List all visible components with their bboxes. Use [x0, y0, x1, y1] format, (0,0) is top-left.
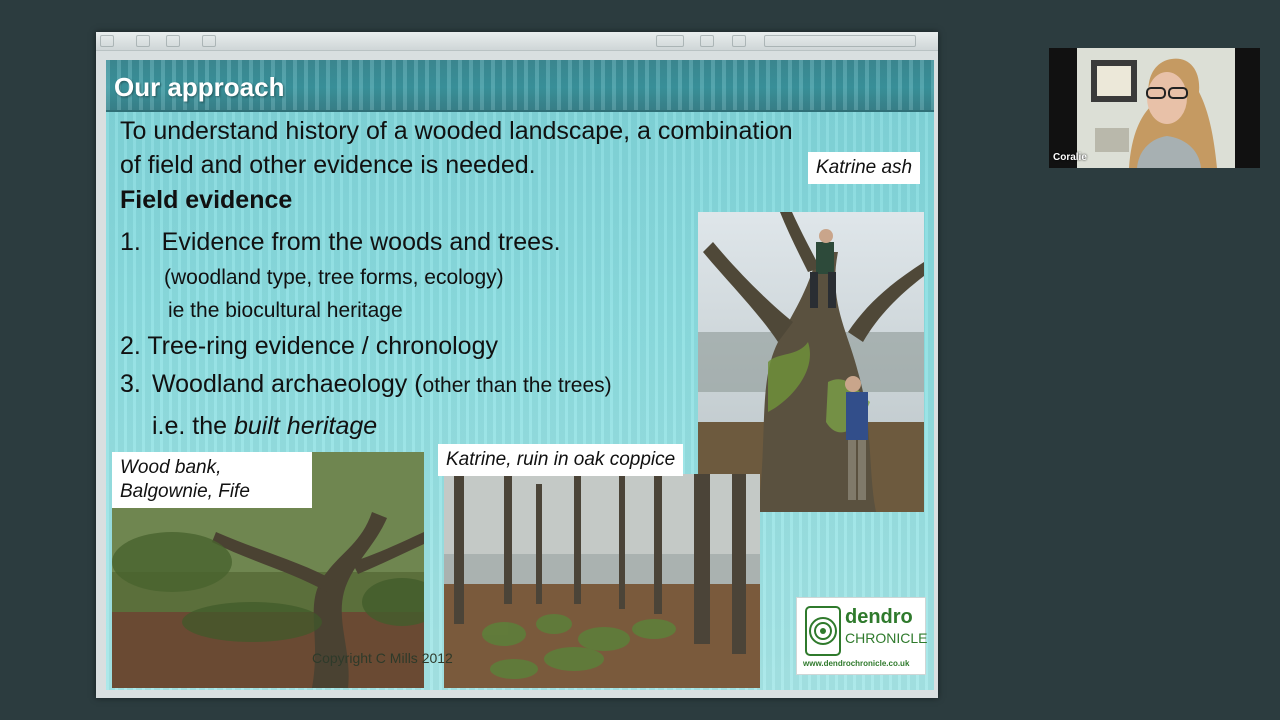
- detail-emphasis: built heritage: [234, 412, 378, 440]
- copyright-text: Copyright C Mills 2012: [312, 650, 453, 666]
- slide-title-bar: Our approach: [106, 60, 934, 112]
- shared-screen: Our approach To understand history of a …: [96, 32, 938, 698]
- caption-wood-bank: Wood bank, Balgownie, Fife: [112, 452, 312, 508]
- list-item-3-text: Woodland archaeology (: [152, 370, 423, 398]
- intro-text: To understand history of a wooded landsc…: [120, 117, 793, 179]
- logo-word-dendro: dendro: [845, 606, 913, 628]
- dendro-chronicle-logo: dendro CHRONICLE www.dendrochronicle.co.…: [796, 597, 928, 675]
- zoom-in-icon[interactable]: [166, 35, 180, 47]
- field-evidence-heading: Field evidence: [120, 186, 293, 214]
- pen-icon[interactable]: [732, 35, 746, 47]
- list-item-3-note: other than the trees): [422, 374, 612, 397]
- list-item-1: 1. Evidence from the woods and trees.: [120, 228, 561, 256]
- participant-video[interactable]: Coralie: [1049, 48, 1260, 168]
- search-input[interactable]: [764, 35, 916, 47]
- tree-climbers-image: [698, 212, 924, 512]
- list-item-3-number: 3.: [120, 370, 141, 398]
- presentation-slide: Our approach To understand history of a …: [106, 60, 934, 690]
- caption-katrine-ash: Katrine ash: [808, 152, 921, 184]
- list-item-1-note: ie the biocultural heritage: [168, 299, 403, 322]
- photo-katrine-ash: [698, 212, 924, 512]
- oak-coppice-image: [444, 474, 760, 688]
- list-item-2: 2. Tree-ring evidence / chronology: [120, 332, 498, 360]
- zoom-out-icon[interactable]: [136, 35, 150, 47]
- tree-ring-logo-icon: [805, 606, 841, 656]
- rotate-icon[interactable]: [700, 35, 714, 47]
- logo-word-chronicle: CHRONICLE: [845, 630, 928, 646]
- share-icon[interactable]: [202, 35, 216, 47]
- list-item-3-detail: i.e. the built heritage: [152, 412, 377, 441]
- participant-name: Coralie: [1053, 152, 1087, 163]
- detail-prefix: i.e. the: [152, 412, 234, 440]
- participant-camera-image: [1049, 48, 1260, 168]
- list-item-3: Woodland archaeology (other than the tre…: [152, 370, 612, 399]
- markup-icon[interactable]: [656, 35, 684, 47]
- viewer-toolbar: [96, 32, 938, 51]
- logo-url: www.dendrochronicle.co.uk: [803, 659, 910, 668]
- photo-katrine-ruin: [444, 474, 760, 688]
- list-item-1-detail: (woodland type, tree forms, ecology): [164, 266, 504, 289]
- slide-title: Our approach: [114, 72, 285, 102]
- caption-katrine-ruin: Katrine, ruin in oak coppice: [438, 444, 684, 476]
- sidebar-icon[interactable]: [100, 35, 114, 47]
